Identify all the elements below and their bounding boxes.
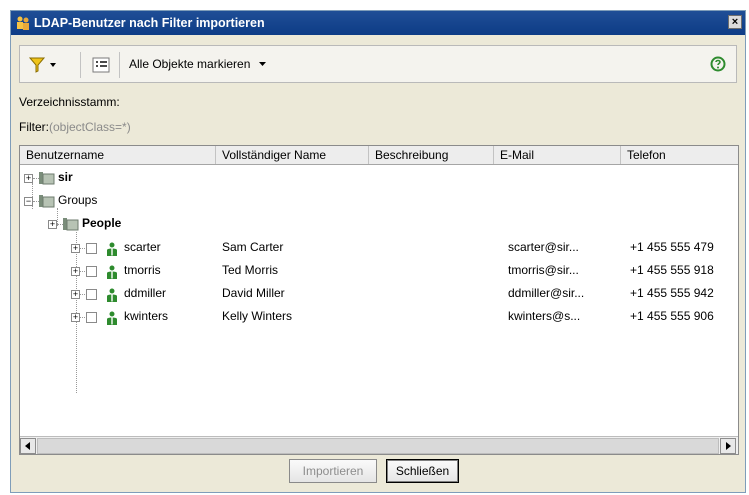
- column-header-description[interactable]: Beschreibung: [369, 146, 494, 164]
- collapse-icon[interactable]: −: [24, 197, 33, 206]
- expand-icon[interactable]: +: [24, 174, 33, 183]
- scrollbar-thumb[interactable]: [37, 438, 719, 454]
- cell-username: tmorris: [124, 263, 161, 277]
- row-checkbox[interactable]: [86, 266, 97, 277]
- cell-phone: +1 455 555 942: [630, 286, 714, 300]
- cell-fullname: David Miller: [222, 286, 285, 300]
- close-icon: ×: [731, 16, 739, 28]
- filter-funnel-icon: [28, 57, 56, 73]
- tree-line: [80, 271, 85, 272]
- dialog-window: LDAP-Benutzer nach Filter importieren × …: [10, 10, 746, 493]
- close-window-button[interactable]: ×: [728, 15, 742, 29]
- cell-fullname: Sam Carter: [222, 240, 284, 254]
- select-options-button[interactable]: [91, 55, 111, 75]
- horizontal-scrollbar[interactable]: [20, 436, 738, 454]
- folder-icon: [39, 172, 55, 185]
- cell-email: tmorris@sir...: [508, 263, 579, 277]
- scroll-right-button[interactable]: [720, 438, 736, 454]
- row-checkbox[interactable]: [86, 289, 97, 300]
- filter-line: Filter:(objectClass=*): [19, 120, 131, 134]
- title-bar[interactable]: LDAP-Benutzer nach Filter importieren ×: [11, 11, 745, 35]
- column-header-email[interactable]: E-Mail: [494, 146, 621, 164]
- mark-all-label: Alle Objekte markieren: [129, 57, 251, 71]
- users-icon: [17, 16, 29, 30]
- help-icon[interactable]: [710, 56, 726, 72]
- expand-icon[interactable]: +: [48, 220, 57, 229]
- tree-line: [80, 317, 85, 318]
- import-button[interactable]: Importieren: [289, 459, 377, 483]
- arrow-right-icon: [726, 442, 731, 450]
- mark-all-dropdown[interactable]: Alle Objekte markieren: [129, 57, 268, 71]
- dialog-title: LDAP-Benutzer nach Filter importieren: [34, 16, 265, 30]
- user-icon: [107, 242, 117, 256]
- user-icon: [107, 311, 117, 325]
- cell-fullname: Kelly Winters: [222, 309, 293, 323]
- toolbar-separator: [119, 52, 120, 78]
- row-checkbox[interactable]: [86, 243, 97, 254]
- filter-value: (objectClass=*): [49, 120, 131, 134]
- cell-username: scarter: [124, 240, 161, 254]
- expand-icon[interactable]: +: [71, 290, 80, 299]
- scroll-left-button[interactable]: [20, 438, 36, 454]
- tree-row-groups[interactable]: − Groups: [20, 189, 738, 212]
- expand-icon[interactable]: +: [71, 244, 80, 253]
- chevron-down-icon: [258, 62, 266, 66]
- tree-row-people[interactable]: + People: [20, 212, 738, 235]
- tree-line: [80, 294, 85, 295]
- toolbar: Alle Objekte markieren: [19, 45, 737, 83]
- cell-phone: +1 455 555 906: [630, 309, 714, 323]
- users-tree-table: Benutzername Vollständiger Name Beschrei…: [19, 145, 739, 455]
- cell-username: ddmiller: [124, 286, 167, 300]
- list-icon: [92, 57, 110, 73]
- column-header-phone[interactable]: Telefon: [621, 146, 738, 164]
- tree-label-people: People: [82, 216, 122, 230]
- table-row[interactable]: + kwinters Kelly Winters kwinters@s... +…: [20, 305, 738, 328]
- folder-icon: [39, 195, 55, 208]
- expand-icon[interactable]: +: [71, 267, 80, 276]
- tree-label-sir: sir: [58, 170, 73, 184]
- user-icon: [107, 288, 117, 302]
- user-icon: [107, 265, 117, 279]
- cell-phone: +1 455 555 479: [630, 240, 714, 254]
- cell-email: kwinters@s...: [508, 309, 581, 323]
- tree-row-sir[interactable]: + sir: [20, 166, 738, 189]
- arrow-left-icon: [25, 442, 30, 450]
- table-row[interactable]: + ddmiller David Miller ddmiller@sir... …: [20, 282, 738, 305]
- table-header: Benutzername Vollständiger Name Beschrei…: [20, 146, 738, 165]
- filter-label: Filter:: [19, 120, 49, 134]
- folder-icon: [63, 218, 79, 231]
- column-header-fullname[interactable]: Vollständiger Name: [216, 146, 369, 164]
- cell-username: kwinters: [124, 309, 169, 323]
- row-checkbox[interactable]: [86, 312, 97, 323]
- filter-dropdown-button[interactable]: [26, 55, 74, 75]
- cell-fullname: Ted Morris: [222, 263, 279, 277]
- directory-root-label: Verzeichnisstamm:: [19, 95, 120, 109]
- cell-email: scarter@sir...: [508, 240, 579, 254]
- cell-email: ddmiller@sir...: [508, 286, 585, 300]
- tree-label-groups: Groups: [58, 193, 98, 207]
- expand-icon[interactable]: +: [71, 313, 80, 322]
- table-row[interactable]: + scarter Sam Carter scarter@sir... +1 4…: [20, 236, 738, 259]
- toolbar-separator: [80, 52, 81, 78]
- tree-line: [80, 248, 85, 249]
- cell-phone: +1 455 555 918: [630, 263, 714, 277]
- close-button[interactable]: Schließen: [386, 459, 459, 483]
- column-header-username[interactable]: Benutzername: [20, 146, 216, 164]
- table-row[interactable]: + tmorris Ted Morris tmorris@sir... +1 4…: [20, 259, 738, 282]
